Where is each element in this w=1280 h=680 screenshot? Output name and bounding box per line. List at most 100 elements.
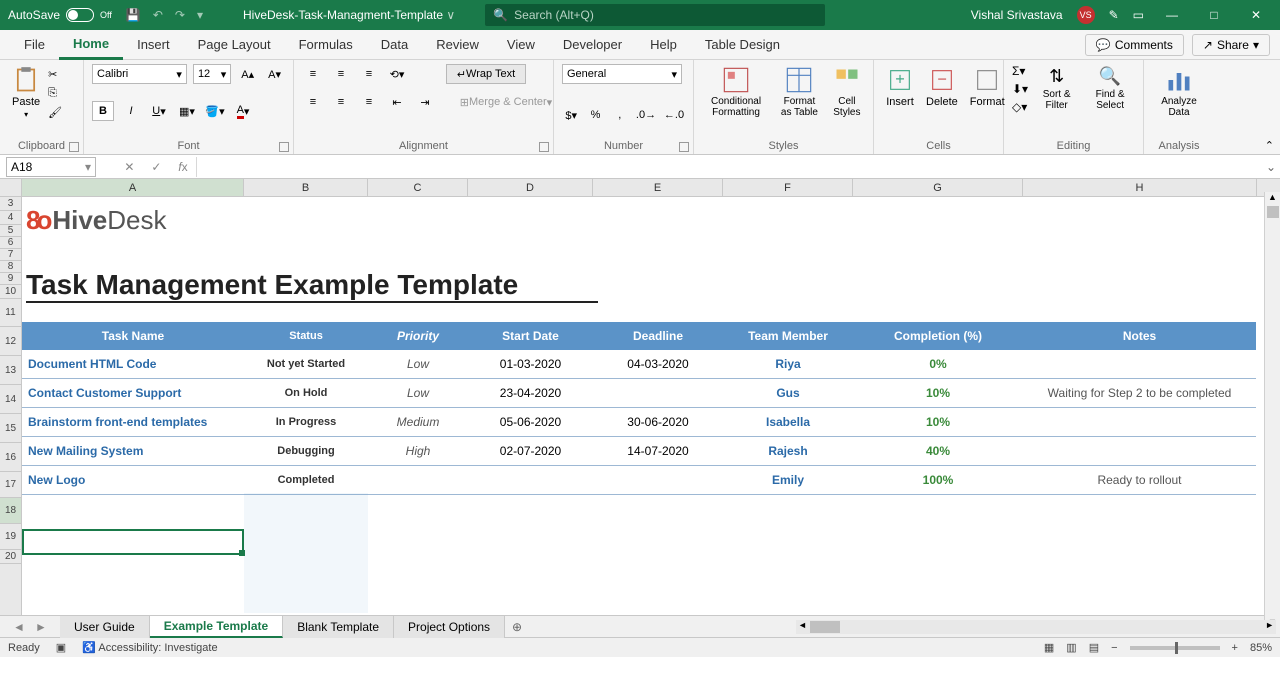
col-header-g[interactable]: G xyxy=(853,179,1023,196)
cells-area[interactable]: 8oHiveDesk Task Management Example Templ… xyxy=(22,197,1280,615)
tab-home[interactable]: Home xyxy=(59,30,123,60)
font-color-icon[interactable]: A▾ xyxy=(232,101,254,121)
maximize-button[interactable]: □ xyxy=(1200,8,1228,22)
zoom-out-button[interactable]: − xyxy=(1111,642,1117,654)
dialog-launcher-icon[interactable] xyxy=(679,142,689,152)
col-header-b[interactable]: B xyxy=(244,179,368,196)
scroll-thumb[interactable] xyxy=(1267,206,1279,218)
align-right-icon[interactable]: ≡ xyxy=(358,92,380,112)
col-header-h[interactable]: H xyxy=(1023,179,1257,196)
row-header-16[interactable]: 16 xyxy=(0,443,21,472)
cell-start[interactable]: 23-04-2020 xyxy=(468,386,593,400)
cell-priority[interactable]: High xyxy=(368,444,468,458)
col-header-e[interactable]: E xyxy=(593,179,723,196)
select-all-corner[interactable] xyxy=(0,179,22,196)
format-painter-icon[interactable]: 🖌 xyxy=(48,106,62,119)
cell-task[interactable]: Contact Customer Support xyxy=(22,386,244,400)
merge-center-button[interactable]: ⊞ Merge & Center ▾ xyxy=(446,92,566,112)
table-row[interactable]: Contact Customer SupportOn HoldLow23-04-… xyxy=(22,379,1256,408)
minimize-button[interactable]: — xyxy=(1158,8,1186,22)
table-row[interactable]: New LogoCompletedEmily100%Ready to rollo… xyxy=(22,466,1256,495)
increase-decimal-icon[interactable]: .0→ xyxy=(635,105,657,125)
autosave-toggle[interactable]: AutoSave Off xyxy=(8,8,112,22)
cell-start[interactable]: 02-07-2020 xyxy=(468,444,593,458)
active-cell-a18[interactable] xyxy=(22,529,244,555)
align-center-icon[interactable]: ≡ xyxy=(330,92,352,112)
cell-priority[interactable]: Low xyxy=(368,386,468,400)
row-header-11[interactable]: 11 xyxy=(0,299,21,327)
bold-button[interactable]: B xyxy=(92,101,114,121)
row-header-7[interactable]: 7 xyxy=(0,249,21,261)
sheet-tab-project-options[interactable]: Project Options xyxy=(394,616,505,638)
clear-icon[interactable]: ◇▾ xyxy=(1012,100,1028,114)
cell-team[interactable]: Gus xyxy=(723,386,853,400)
percent-icon[interactable]: % xyxy=(586,105,604,125)
number-format-dropdown[interactable]: General▾ xyxy=(562,64,682,84)
cell-priority[interactable]: Low xyxy=(368,357,468,371)
fill-icon[interactable]: ⬇▾ xyxy=(1012,82,1028,96)
row-header-8[interactable]: 8 xyxy=(0,261,21,273)
sheet-tab-user-guide[interactable]: User Guide xyxy=(60,616,150,638)
col-header-a[interactable]: A xyxy=(22,179,244,196)
col-header-d[interactable]: D xyxy=(468,179,593,196)
cell-task[interactable]: Brainstorm front-end templates xyxy=(22,415,244,429)
cell-task[interactable]: New Mailing System xyxy=(22,444,244,458)
orientation-icon[interactable]: ⟲▾ xyxy=(386,64,408,84)
cancel-fx-icon[interactable]: ✕ xyxy=(124,160,134,174)
cell-status[interactable]: Not yet Started xyxy=(244,358,368,370)
comma-icon[interactable]: , xyxy=(611,105,629,125)
col-task-name[interactable]: Task Name xyxy=(22,329,244,343)
formula-input[interactable] xyxy=(196,157,1262,177)
font-size-dropdown[interactable]: 12▾ xyxy=(193,64,231,84)
col-team-member[interactable]: Team Member xyxy=(723,329,853,343)
col-notes[interactable]: Notes xyxy=(1023,329,1256,343)
table-row[interactable]: Brainstorm front-end templatesIn Progres… xyxy=(22,408,1256,437)
view-pagebreak-icon[interactable]: ▤ xyxy=(1089,641,1099,654)
row-header-18[interactable]: 18 xyxy=(0,498,21,524)
row-header-19[interactable]: 19 xyxy=(0,524,21,550)
align-top-icon[interactable]: ≡ xyxy=(302,64,324,84)
cell-styles-button[interactable]: Cell Styles xyxy=(829,64,865,120)
cell-completion[interactable]: 10% xyxy=(853,386,1023,400)
cell-deadline[interactable]: 14-07-2020 xyxy=(593,444,723,458)
cell-status[interactable]: Completed xyxy=(244,474,368,486)
format-button[interactable]: Format xyxy=(966,64,1009,110)
horizontal-scrollbar[interactable]: ◄ ► xyxy=(796,620,1276,634)
avatar[interactable]: VS xyxy=(1077,6,1095,24)
cut-icon[interactable]: ✂ xyxy=(48,68,62,81)
align-left-icon[interactable]: ≡ xyxy=(302,92,324,112)
vertical-scrollbar[interactable]: ▲ ▼ xyxy=(1264,192,1280,627)
cell-completion[interactable]: 10% xyxy=(853,415,1023,429)
tab-insert[interactable]: Insert xyxy=(123,30,184,60)
add-sheet-button[interactable]: ⊕ xyxy=(505,620,529,634)
col-deadline[interactable]: Deadline xyxy=(593,329,723,343)
tab-review[interactable]: Review xyxy=(422,30,493,60)
worksheet-grid[interactable]: 34567891011121314151617181920 8oHiveDesk… xyxy=(0,197,1280,615)
expand-formula-icon[interactable]: ⌄ xyxy=(1262,160,1280,174)
row-header-4[interactable]: 4 xyxy=(0,211,21,225)
tab-formulas[interactable]: Formulas xyxy=(285,30,367,60)
close-button[interactable]: ✕ xyxy=(1242,8,1270,22)
pen-icon[interactable]: ✎ xyxy=(1109,8,1119,22)
delete-button[interactable]: −Delete xyxy=(922,64,962,110)
format-as-table-button[interactable]: Format as Table xyxy=(774,64,825,120)
view-normal-icon[interactable]: ▦ xyxy=(1044,641,1054,654)
find-select-button[interactable]: 🔍Find & Select xyxy=(1085,64,1135,114)
row-header-6[interactable]: 6 xyxy=(0,237,21,249)
tab-help[interactable]: Help xyxy=(636,30,691,60)
tab-developer[interactable]: Developer xyxy=(549,30,636,60)
italic-button[interactable]: I xyxy=(120,101,142,121)
dialog-launcher-icon[interactable] xyxy=(539,142,549,152)
hscroll-left-icon[interactable]: ◄ xyxy=(798,620,807,630)
tab-data[interactable]: Data xyxy=(367,30,422,60)
row-header-15[interactable]: 15 xyxy=(0,414,21,443)
font-name-dropdown[interactable]: Calibri▾ xyxy=(92,64,187,84)
col-start-date[interactable]: Start Date xyxy=(468,329,593,343)
scroll-up-icon[interactable]: ▲ xyxy=(1268,192,1277,202)
search-input[interactable]: 🔍 Search (Alt+Q) xyxy=(485,4,825,26)
sheet-nav-next-icon[interactable]: ► xyxy=(35,620,47,634)
tab-file[interactable]: File xyxy=(10,30,59,60)
macro-icon[interactable]: ▣ xyxy=(56,641,66,654)
increase-font-icon[interactable]: A▴ xyxy=(237,64,258,84)
document-title[interactable]: HiveDesk-Task-Managment-Template ∨ xyxy=(243,8,455,22)
